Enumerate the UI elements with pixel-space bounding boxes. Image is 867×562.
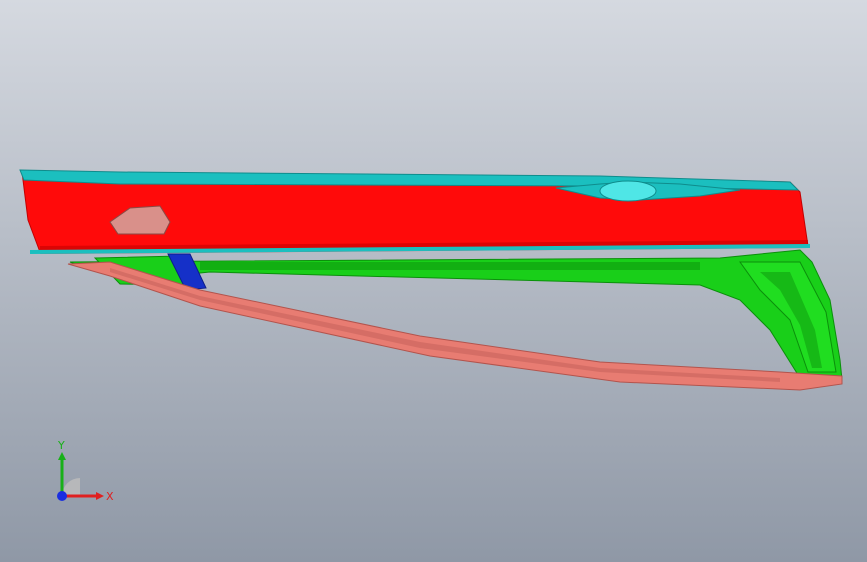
triad-z-axis [57,491,67,501]
graphics-viewport[interactable]: X Y [0,0,867,562]
triad-x-arrowhead [96,492,104,500]
triad-y-arrowhead [58,452,66,460]
cad-model-view[interactable] [0,0,867,562]
coordinate-triad: X Y [57,439,114,503]
triad-x-label: X [106,490,114,503]
triad-y-label: Y [57,439,65,452]
